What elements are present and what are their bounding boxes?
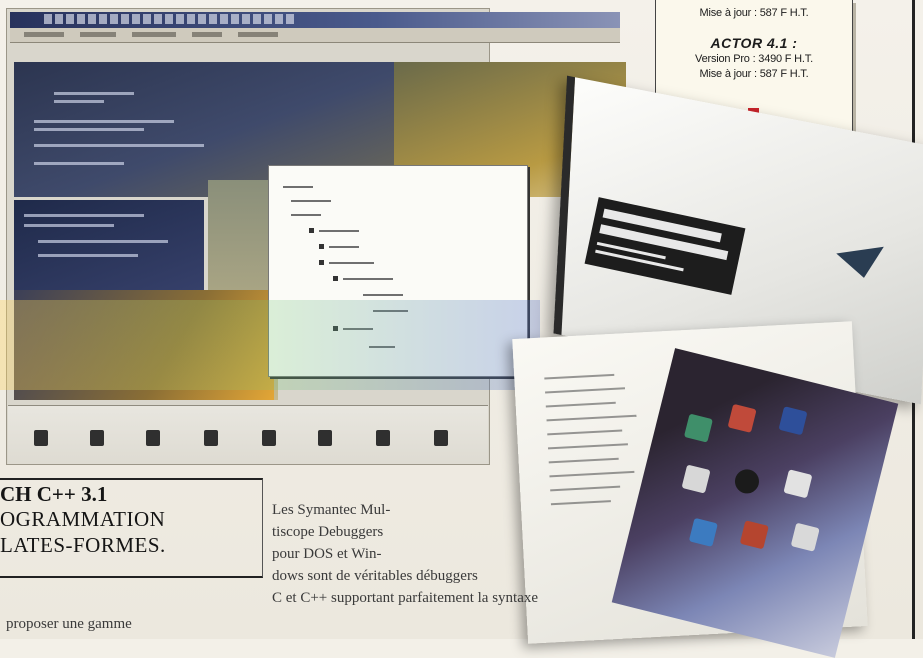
tool-icon — [318, 430, 332, 446]
source-pane — [14, 200, 204, 290]
tool-icon — [376, 430, 390, 446]
price-line: Version Pro : 3490 F H.T. — [695, 53, 813, 65]
tool-icon — [146, 430, 160, 446]
article-headline: CH C++ 3.1 OGRAMMATION LATES-FORMES. — [0, 482, 262, 558]
body-text-line: proposer une gamme — [6, 616, 132, 632]
magazine-page: Mise à jour : 587 F H.T. ACTOR 4.1 : Ver… — [0, 0, 923, 658]
tool-icon — [204, 430, 218, 446]
headline-line: OGRAMMATION — [0, 507, 166, 531]
tool-icon — [262, 430, 276, 446]
body-text-line: C et C++ supportant parfaitement la synt… — [272, 590, 539, 606]
headline-line: LATES-FORMES. — [0, 533, 166, 557]
class-tree-window — [268, 165, 528, 377]
price-line: Mise à jour : 587 F H.T. — [699, 68, 809, 80]
headline-line: CH C++ 3.1 — [0, 482, 108, 506]
body-text-line: dows sont de véritables débuggers — [272, 568, 478, 584]
body-text-line: Les Symantec Mul- — [272, 502, 391, 518]
product-name: ACTOR 4.1 : — [710, 35, 798, 51]
toolbar-strip — [8, 405, 488, 464]
tool-icon — [90, 430, 104, 446]
body-text-line: tiscope Debuggers — [272, 524, 384, 540]
body-text-line: pour DOS et Win- — [272, 546, 382, 562]
window-title-bar — [10, 12, 620, 28]
price-line: Mise à jour : 587 F H.T. — [699, 7, 809, 19]
window-menu-bar — [10, 28, 620, 43]
tool-icon — [34, 430, 48, 446]
tool-icon — [434, 430, 448, 446]
output-pane — [14, 290, 274, 400]
